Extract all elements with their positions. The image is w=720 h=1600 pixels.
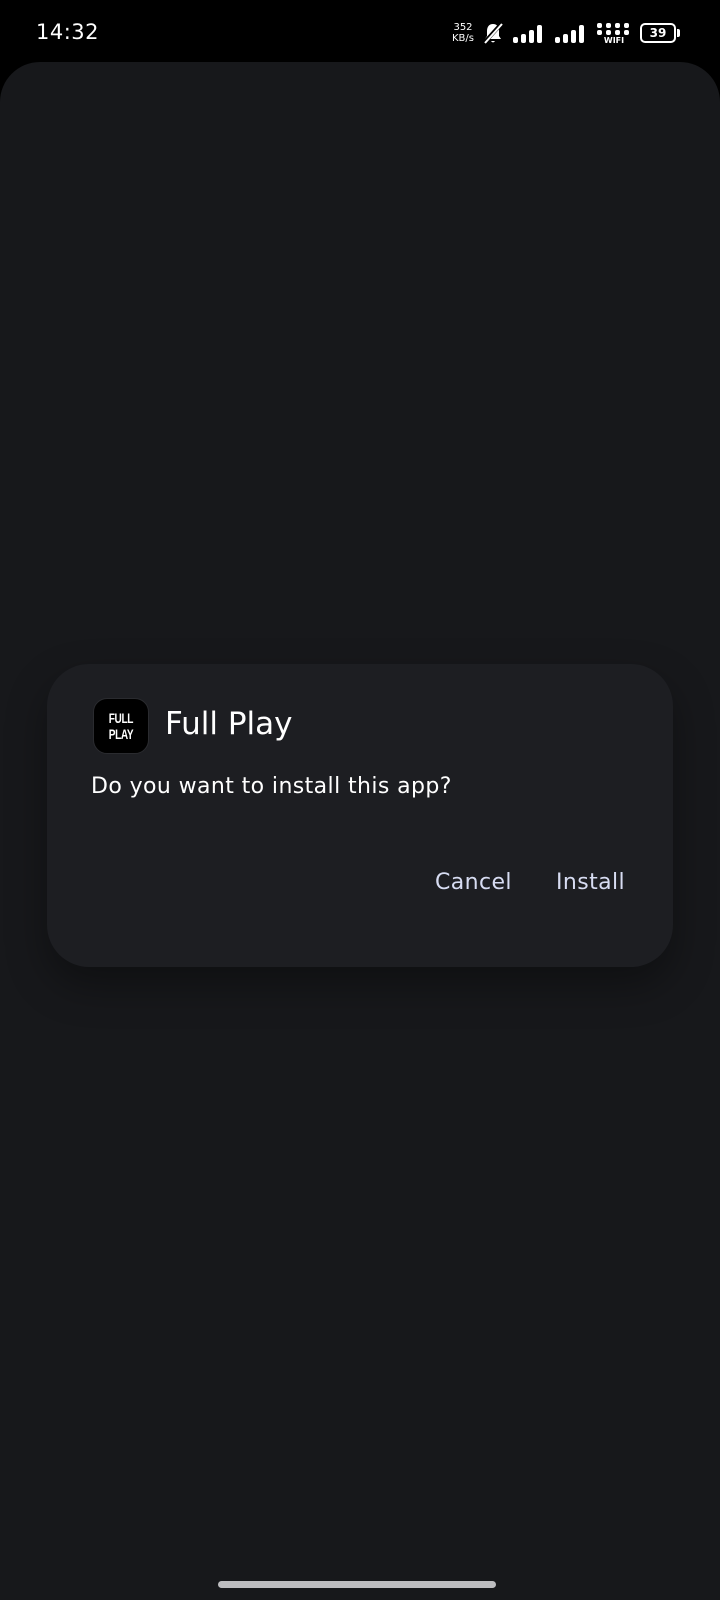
- battery-tip: [677, 29, 680, 37]
- wifi-indicator: WIFI: [596, 22, 632, 45]
- signal-1-icon: [512, 22, 546, 44]
- network-speed: 352 KB/s: [452, 22, 474, 44]
- status-bar: 14:32 352 KB/s WIFI 39: [0, 0, 720, 62]
- status-time: 14:32: [36, 20, 100, 44]
- bell-muted-icon: [482, 21, 504, 45]
- network-speed-unit: KB/s: [452, 33, 474, 44]
- battery-level: 39: [649, 26, 667, 40]
- battery-icon: 39: [640, 23, 676, 43]
- network-speed-value: 352: [453, 22, 473, 33]
- signal-2-icon: [554, 22, 588, 44]
- wifi-label: WIFI: [603, 35, 625, 45]
- battery-indicator: 39: [640, 23, 680, 43]
- app-name: Full Play: [165, 706, 293, 742]
- app-icon-line1: FULL: [108, 710, 134, 726]
- install-dialog: FULL PLAY Full Play Do you want to insta…: [47, 664, 673, 967]
- home-indicator[interactable]: [218, 1581, 496, 1588]
- install-button[interactable]: Install: [556, 870, 625, 895]
- app-icon: FULL PLAY: [93, 698, 149, 754]
- wifi-icon: [596, 22, 632, 36]
- cancel-button[interactable]: Cancel: [435, 870, 512, 895]
- status-icons: 352 KB/s WIFI 39: [452, 18, 680, 48]
- app-icon-line2: PLAY: [108, 726, 134, 742]
- install-question: Do you want to install this app?: [91, 774, 452, 799]
